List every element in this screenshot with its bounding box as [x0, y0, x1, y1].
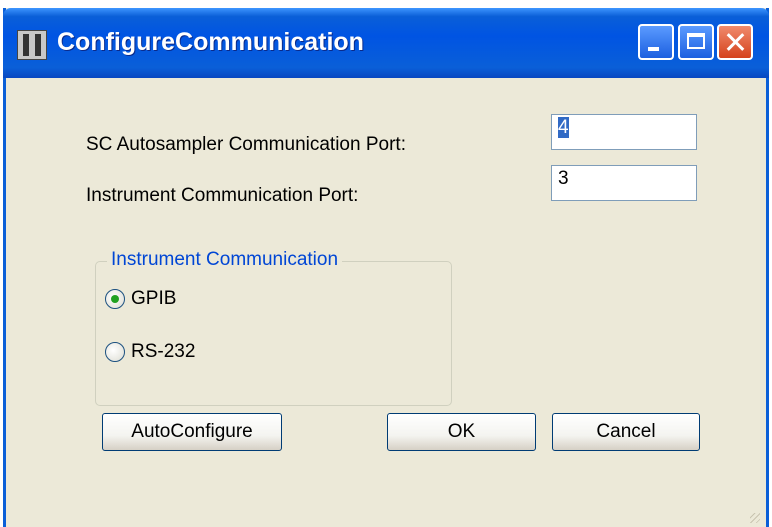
close-icon[interactable] [717, 24, 753, 60]
instrument-port-input[interactable]: 3 [551, 165, 697, 201]
maximize-icon[interactable] [678, 24, 714, 60]
instrument-port-label: Instrument Communication Port: [86, 185, 359, 206]
radio-rs232-label: RS-232 [131, 341, 196, 362]
title-bar[interactable]: ConfigureCommunication [3, 8, 769, 78]
radio-unchecked-icon[interactable] [105, 342, 125, 362]
sc-port-label: SC Autosampler Communication Port: [86, 134, 406, 155]
group-title: Instrument Communication [107, 249, 343, 271]
app-icon[interactable] [17, 30, 47, 60]
window-title: ConfigureCommunication [57, 28, 364, 56]
autoconfigure-button[interactable]: AutoConfigure [102, 413, 282, 451]
ok-button[interactable]: OK [387, 413, 536, 451]
instrument-communication-group [95, 261, 452, 406]
sc-port-value: 4 [558, 117, 569, 138]
resize-grip-icon[interactable] [750, 513, 760, 523]
sc-port-input[interactable]: 4 [551, 114, 697, 150]
radio-gpib[interactable]: GPIB [105, 288, 176, 310]
cancel-button[interactable]: Cancel [552, 413, 700, 451]
radio-checked-icon[interactable] [105, 289, 125, 309]
minimize-icon[interactable] [638, 24, 674, 60]
radio-gpib-label: GPIB [131, 288, 177, 309]
radio-rs232[interactable]: RS-232 [105, 341, 195, 363]
configure-communication-dialog: ConfigureCommunication SC Autosampler Co… [3, 8, 769, 527]
